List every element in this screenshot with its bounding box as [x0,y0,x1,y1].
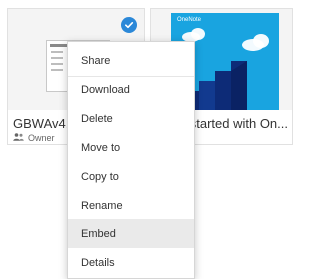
context-menu: Share Download Delete Move to Copy to Re… [67,41,195,279]
menu-item-delete[interactable]: Delete [68,104,194,133]
menu-item-details[interactable]: Details [68,248,194,277]
menu-item-copy-to[interactable]: Copy to [68,162,194,191]
menu-item-label: Details [81,256,115,269]
menu-item-label: Download [81,83,130,96]
owner-label: Owner [13,133,55,143]
menu-item-label: Move to [81,141,121,154]
menu-item-embed[interactable]: Embed [68,219,194,248]
file-name[interactable]: started with On... [190,116,288,131]
menu-item-label: Rename [81,199,123,212]
people-icon [13,133,24,143]
menu-item-label: Share [81,54,111,67]
menu-item-label: Copy to [81,170,119,183]
selected-check-icon[interactable] [121,17,137,33]
owner-text: Owner [28,133,55,143]
menu-item-rename[interactable]: Rename [68,191,194,220]
menu-item-share[interactable]: Share [68,46,194,75]
menu-item-download[interactable]: Download [68,75,194,104]
menu-item-label: Embed [81,227,116,240]
menu-item-label: Delete [81,112,113,125]
menu-item-move-to[interactable]: Move to [68,133,194,162]
